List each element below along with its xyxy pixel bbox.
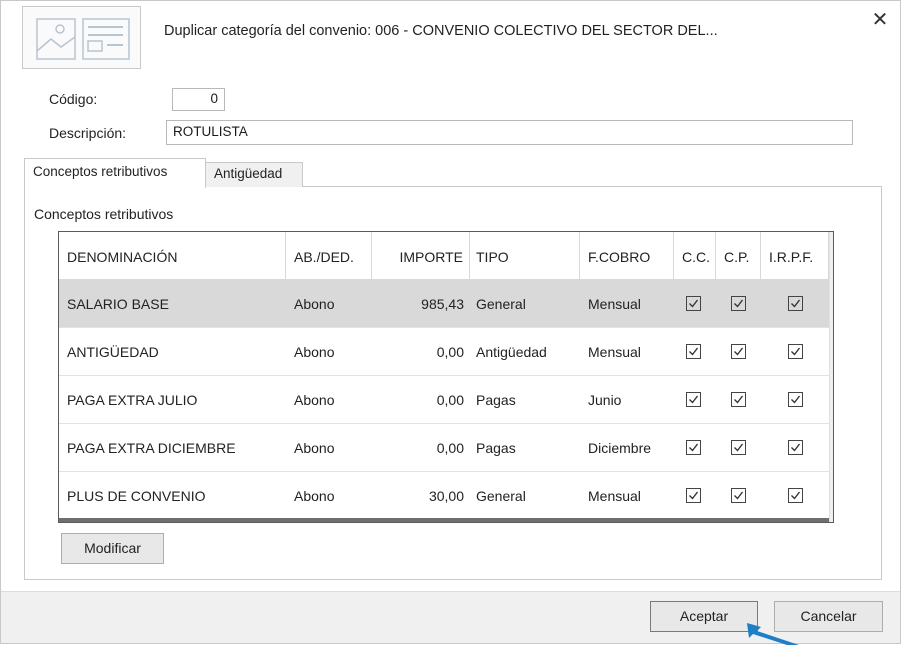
- code-label: Código:: [49, 91, 98, 107]
- tab-antiguedad[interactable]: Antigüedad: [205, 162, 303, 187]
- description-field[interactable]: ROTULISTA: [166, 120, 853, 145]
- chevron-down-icon[interactable]: [830, 502, 833, 522]
- cell-fcobro: Mensual: [588, 296, 641, 312]
- checkbox-cp[interactable]: [731, 392, 746, 407]
- table-row[interactable]: SALARIO BASE Abono General Mensual 985,43: [59, 280, 829, 328]
- cell-fcobro: Mensual: [588, 488, 641, 504]
- cell-fcobro: Diciembre: [588, 440, 652, 456]
- cell-abded: Abono: [294, 392, 335, 408]
- table-row[interactable]: PAGA EXTRA DICIEMBRE Abono Pagas Diciembre 0…: [59, 424, 829, 472]
- cell-denominacion: PAGA EXTRA JULIO: [67, 392, 198, 408]
- checkbox-cp[interactable]: [731, 488, 746, 503]
- cell-denominacion: PAGA EXTRA DICIEMBRE: [67, 440, 236, 456]
- checkbox-cc[interactable]: [686, 296, 701, 311]
- code-field[interactable]: 0: [172, 88, 225, 111]
- checkbox-irpf[interactable]: [788, 440, 803, 455]
- col-header-irpf[interactable]: I.R.P.F.: [761, 232, 829, 280]
- table-row[interactable]: PLUS DE CONVENIO Abono General Mensual 30,00: [59, 472, 829, 520]
- col-header-denominacion[interactable]: DENOMINACIÓN: [59, 232, 286, 280]
- duplicate-category-dialog: Duplicar categoría del convenio: 006 - C…: [0, 0, 901, 645]
- vertical-scrollbar[interactable]: [829, 232, 834, 522]
- cell-denominacion: ANTIGÜEDAD: [67, 344, 159, 360]
- col-header-cp[interactable]: C.P.: [716, 232, 761, 280]
- cell-tipo: General: [476, 488, 526, 504]
- cell-importe: 985,43: [421, 296, 464, 312]
- accept-button[interactable]: Aceptar: [650, 601, 758, 632]
- cell-abded: Abono: [294, 488, 335, 504]
- cell-fcobro: Mensual: [588, 344, 641, 360]
- cell-tipo: General: [476, 296, 526, 312]
- cell-abded: Abono: [294, 296, 335, 312]
- checkbox-cc[interactable]: [686, 488, 701, 503]
- checkbox-irpf[interactable]: [788, 296, 803, 311]
- table-row[interactable]: PAGA EXTRA JULIO Abono Pagas Junio 0,00: [59, 376, 829, 424]
- cell-importe: 30,00: [428, 488, 464, 504]
- table-row[interactable]: ANTIGÜEDAD Abono Antigüedad Mensual 0,00: [59, 328, 829, 376]
- cell-importe: 0,00: [436, 440, 464, 456]
- cell-importe: 0,00: [436, 392, 464, 408]
- checkbox-cp[interactable]: [731, 344, 746, 359]
- dialog-title: Duplicar categoría del convenio: 006 - C…: [164, 23, 718, 39]
- checkbox-irpf[interactable]: [788, 488, 803, 503]
- cell-tipo: Antigüedad: [476, 344, 547, 360]
- cell-tipo: Pagas: [476, 440, 516, 456]
- checkbox-cp[interactable]: [731, 296, 746, 311]
- chevron-up-icon[interactable]: [830, 232, 833, 252]
- cell-fcobro: Junio: [588, 392, 622, 408]
- document-image-icon: [22, 6, 141, 69]
- checkbox-cc[interactable]: [686, 344, 701, 359]
- col-header-fcobro[interactable]: F.COBRO: [580, 232, 674, 280]
- scroll-thumb[interactable]: [833, 254, 834, 486]
- horizontal-scrollbar[interactable]: [59, 518, 829, 522]
- cell-abded: Abono: [294, 344, 335, 360]
- checkbox-cp[interactable]: [731, 440, 746, 455]
- col-header-abded[interactable]: AB./DED.: [286, 232, 372, 280]
- cell-importe: 0,00: [436, 344, 464, 360]
- pointer-arrow-icon: [747, 623, 799, 645]
- col-header-importe[interactable]: IMPORTE: [372, 232, 470, 280]
- cell-tipo: Pagas: [476, 392, 516, 408]
- description-label: Descripción:: [49, 125, 127, 141]
- close-icon[interactable]: ✕: [869, 9, 891, 31]
- cell-abded: Abono: [294, 440, 335, 456]
- modify-button[interactable]: Modificar: [61, 533, 164, 564]
- cell-denominacion: SALARIO BASE: [67, 296, 169, 312]
- checkbox-irpf[interactable]: [788, 392, 803, 407]
- tab-conceptos-retributivos[interactable]: Conceptos retributivos: [24, 158, 206, 188]
- cell-denominacion: PLUS DE CONVENIO: [67, 488, 206, 504]
- checkbox-cc[interactable]: [686, 392, 701, 407]
- col-header-tipo[interactable]: TIPO: [470, 232, 580, 280]
- conceptos-grid: DENOMINACIÓN AB./DED. IMPORTE TIPO F.COB…: [58, 231, 834, 523]
- col-header-cc[interactable]: C.C.: [674, 232, 716, 280]
- checkbox-irpf[interactable]: [788, 344, 803, 359]
- section-title: Conceptos retributivos: [34, 206, 174, 222]
- checkbox-cc[interactable]: [686, 440, 701, 455]
